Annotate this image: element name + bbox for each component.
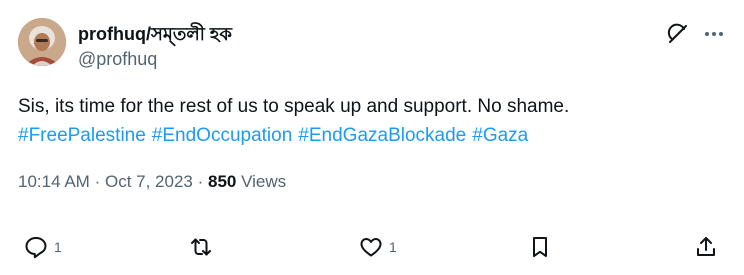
hashtag-link[interactable]: #EndOccupation bbox=[152, 125, 293, 146]
author-display-name[interactable]: profhuq/সম্‌তলী হক bbox=[78, 20, 232, 51]
tweet-time[interactable]: 10:14 AM bbox=[18, 172, 90, 191]
tweet-text: Sis, its time for the rest of us to spea… bbox=[18, 96, 570, 117]
views-label: Views bbox=[241, 172, 287, 191]
hashtag-link[interactable]: #FreePalestine bbox=[18, 125, 146, 146]
avatar[interactable] bbox=[18, 18, 66, 66]
bookmark-icon bbox=[533, 237, 547, 257]
share-icon bbox=[697, 237, 715, 256]
tweet-date[interactable]: Oct 7, 2023 bbox=[105, 172, 193, 191]
hashtag-link[interactable]: #Gaza bbox=[472, 125, 528, 146]
tweet-meta: 10:14 AM · Oct 7, 2023 · 850 Views bbox=[18, 172, 286, 192]
reply-button[interactable]: 1 bbox=[24, 230, 62, 264]
grok-icon[interactable] bbox=[666, 22, 690, 46]
meta-separator: · bbox=[94, 172, 101, 191]
bookmark-button[interactable] bbox=[528, 230, 552, 264]
share-button[interactable] bbox=[694, 230, 718, 264]
like-count: 1 bbox=[389, 239, 397, 255]
hashtag-list: #FreePalestine #EndOccupation #EndGazaBloc… bbox=[18, 121, 718, 150]
meta-separator: · bbox=[197, 172, 204, 191]
retweet-icon bbox=[191, 238, 211, 256]
like-icon bbox=[360, 238, 382, 257]
like-button[interactable]: 1 bbox=[359, 230, 397, 264]
action-bar: 1 1 bbox=[0, 230, 744, 264]
views-count: 850 bbox=[208, 172, 237, 191]
reply-count: 1 bbox=[54, 239, 62, 255]
author-handle[interactable]: @profhuq bbox=[78, 49, 157, 70]
reply-icon bbox=[25, 237, 47, 259]
retweet-button[interactable] bbox=[189, 230, 213, 264]
tweet-body: Sis, its time for the rest of us to spea… bbox=[18, 92, 718, 150]
hashtag-link[interactable]: #EndGazaBlockade bbox=[298, 125, 466, 146]
avatar-image bbox=[18, 18, 66, 66]
more-icon[interactable] bbox=[702, 22, 726, 46]
